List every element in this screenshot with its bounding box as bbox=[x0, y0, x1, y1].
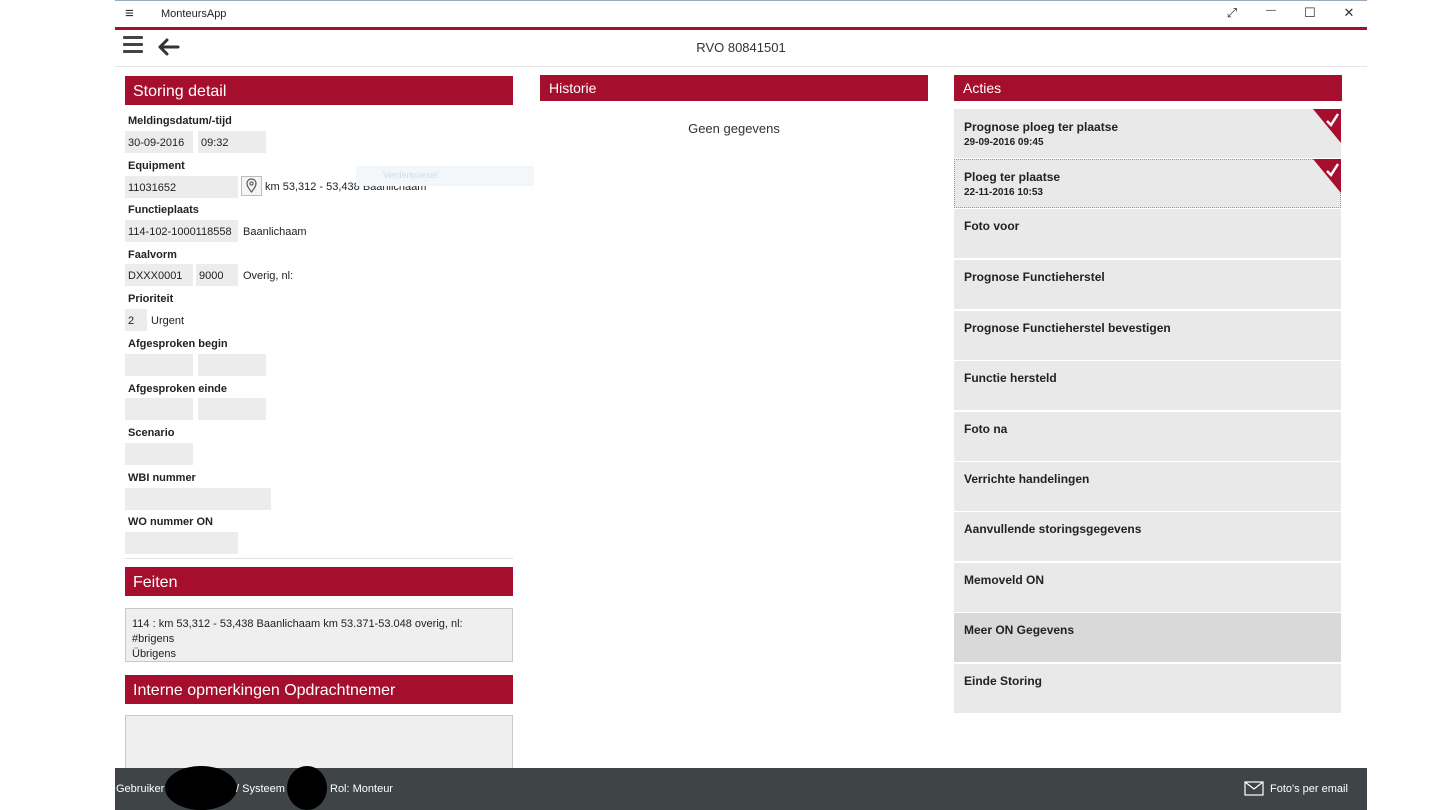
mail-icon bbox=[1244, 781, 1264, 796]
title-bar: ≡ MonteursApp ⤢ — ☐ ✕ bbox=[115, 0, 1367, 27]
wbi-label: WBI nummer bbox=[128, 472, 196, 484]
wo-field[interactable] bbox=[125, 532, 238, 554]
faalvorm-number-field[interactable]: 9000 bbox=[196, 264, 238, 286]
feiten-text[interactable]: 114 : km 53,312 - 53,438 Baanlichaam km … bbox=[125, 608, 513, 662]
action-prognose-functieherstel-bevestigen[interactable]: Prognose Functieherstel bevestigen bbox=[954, 311, 1341, 360]
ghost-tooltip: Verderkniesel bbox=[356, 166, 534, 186]
action-label: Prognose Functieherstel bevestigen bbox=[964, 321, 1171, 335]
page-title: RVO 80841501 bbox=[696, 40, 786, 55]
redacted-system bbox=[287, 766, 327, 810]
equipment-label: Equipment bbox=[128, 160, 185, 172]
gebruiker-label: Gebruiker bbox=[116, 783, 165, 795]
feiten-line: Übrigens bbox=[132, 648, 177, 660]
section-divider bbox=[125, 558, 513, 559]
action-date: 29-09-2016 09:45 bbox=[964, 137, 1044, 148]
action-label: Foto voor bbox=[964, 219, 1020, 233]
afgesproken-einde-time-field[interactable] bbox=[198, 398, 266, 420]
rol-label: Rol: Monteur bbox=[330, 783, 393, 795]
afgesproken-begin-date-field[interactable] bbox=[125, 354, 193, 376]
prioriteit-field[interactable]: 2 bbox=[125, 309, 147, 331]
functieplaats-label: Functieplaats bbox=[128, 204, 199, 216]
action-label: Prognose ploeg ter plaatse bbox=[964, 120, 1119, 134]
action-label: Prognose Functieherstel bbox=[964, 270, 1105, 284]
functieplaats-description: Baanlichaam bbox=[243, 226, 307, 238]
redacted-user bbox=[165, 766, 237, 810]
action-einde-storing[interactable]: Einde Storing bbox=[954, 664, 1341, 713]
action-prognose-functieherstel[interactable]: Prognose Functieherstel bbox=[954, 260, 1341, 309]
afgesproken-begin-label: Afgesproken begin bbox=[128, 338, 228, 350]
fullscreen-button[interactable]: ⤢ bbox=[1217, 5, 1247, 25]
window-menu-icon[interactable]: ≡ bbox=[125, 5, 134, 22]
action-label: Verrichte handelingen bbox=[964, 472, 1090, 486]
action-prognose-ploeg[interactable]: Prognose ploeg ter plaatse 29-09-2016 09… bbox=[954, 109, 1341, 158]
action-label: Einde Storing bbox=[964, 674, 1042, 688]
action-memoveld-on[interactable]: Memoveld ON bbox=[954, 563, 1341, 612]
map-pin-icon bbox=[246, 178, 257, 193]
action-foto-na[interactable]: Foto na bbox=[954, 412, 1341, 461]
afgesproken-einde-label: Afgesproken einde bbox=[128, 383, 228, 395]
minimize-button[interactable]: — bbox=[1256, 5, 1286, 25]
email-photos-label: Foto's per email bbox=[1270, 783, 1348, 795]
scenario-field[interactable] bbox=[125, 443, 193, 465]
action-aanvullende-storingsgegevens[interactable]: Aanvullende storingsgegevens bbox=[954, 512, 1341, 561]
action-ploeg-ter-plaatse[interactable]: Ploeg ter plaatse 22-11-2016 10:53 bbox=[954, 159, 1341, 208]
functieplaats-field[interactable]: 114-102-1000118558 bbox=[125, 220, 238, 242]
wo-label: WO nummer ON bbox=[128, 516, 213, 528]
scenario-label: Scenario bbox=[128, 427, 175, 439]
action-verrichte-handelingen[interactable]: Verrichte handelingen bbox=[954, 462, 1341, 511]
action-meer-on-gegevens[interactable]: Meer ON Gegevens bbox=[954, 613, 1341, 662]
meldingsdatum-label: Meldingsdatum/-tijd bbox=[128, 115, 232, 127]
status-bar: Gebruiker / Systeem Rol: Monteur Foto's … bbox=[115, 766, 1367, 810]
systeem-label: / Systeem bbox=[236, 783, 285, 795]
faalvorm-label: Faalvorm bbox=[128, 249, 177, 261]
afgesproken-einde-date-field[interactable] bbox=[125, 398, 193, 420]
acties-header: Acties bbox=[954, 75, 1342, 101]
checkmark-icon bbox=[1313, 109, 1341, 143]
storing-detail-header: Storing detail bbox=[125, 76, 513, 105]
equipment-field[interactable]: 11031652 bbox=[125, 176, 238, 198]
action-functie-hersteld[interactable]: Functie hersteld bbox=[954, 361, 1341, 410]
action-label: Aanvullende storingsgegevens bbox=[964, 522, 1142, 536]
app-title: MonteursApp bbox=[161, 8, 227, 20]
historie-header: Historie bbox=[540, 75, 928, 101]
feiten-line: #brigens bbox=[132, 633, 175, 645]
action-foto-voor[interactable]: Foto voor bbox=[954, 209, 1341, 258]
app-bar: RVO 80841501 bbox=[115, 30, 1367, 67]
interne-opmerkingen-header: Interne opmerkingen Opdrachtnemer bbox=[125, 675, 513, 704]
action-label: Functie hersteld bbox=[964, 371, 1057, 385]
close-button[interactable]: ✕ bbox=[1334, 5, 1364, 25]
location-pin-button[interactable] bbox=[241, 176, 262, 196]
maximize-button[interactable]: ☐ bbox=[1295, 5, 1325, 25]
interne-opmerkingen-input[interactable] bbox=[125, 715, 513, 768]
feiten-header: Feiten bbox=[125, 567, 513, 596]
wbi-field[interactable] bbox=[125, 488, 271, 510]
faalvorm-description: Overig, nl: bbox=[243, 270, 294, 282]
action-label: Meer ON Gegevens bbox=[964, 623, 1075, 637]
feiten-line: 114 : km 53,312 - 53,438 Baanlichaam km … bbox=[132, 618, 463, 630]
action-label: Foto na bbox=[964, 422, 1008, 436]
action-date: 22-11-2016 10:53 bbox=[964, 187, 1043, 198]
action-label: Memoveld ON bbox=[964, 573, 1045, 587]
meldingsdatum-time-field[interactable]: 09:32 bbox=[198, 131, 266, 153]
prioriteit-label: Prioriteit bbox=[128, 293, 174, 305]
action-label: Ploeg ter plaatse bbox=[964, 170, 1061, 184]
faalvorm-code-field[interactable]: DXXX0001 bbox=[125, 264, 193, 286]
historie-empty-text: Geen gegevens bbox=[688, 121, 780, 136]
afgesproken-begin-time-field[interactable] bbox=[198, 354, 266, 376]
checkmark-icon bbox=[1313, 159, 1341, 193]
prioriteit-description: Urgent bbox=[151, 315, 185, 327]
meldingsdatum-date-field[interactable]: 30-09-2016 bbox=[125, 131, 193, 153]
